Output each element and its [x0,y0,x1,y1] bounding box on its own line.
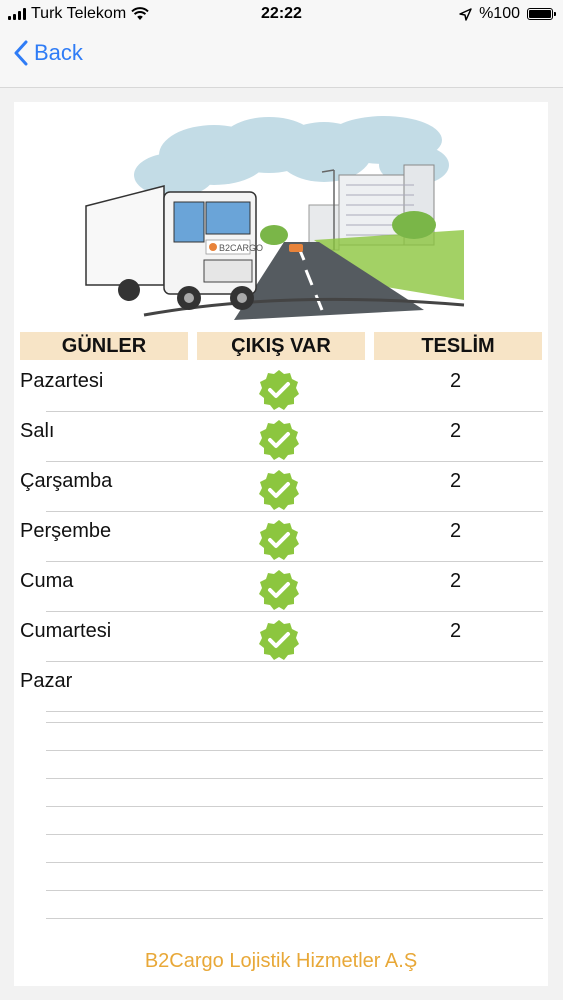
status-bar: Turk Telekom 22:22 %100 [0,0,563,30]
table-row: Cumartesi 2 [20,612,543,662]
header-days: GÜNLER [20,332,188,360]
status-right: %100 [459,5,556,23]
table-row: Çarşamba 2 [20,462,543,512]
check-badge-icon [259,620,299,660]
check-badge-icon [259,370,299,410]
divider [46,779,543,807]
battery-icon [527,8,556,20]
delivery-count: 2 [450,520,462,542]
header-delivery: TESLİM [374,332,542,360]
delivery-count: 2 [450,470,462,492]
truck-brand-text: B2CARGO [219,243,263,253]
divider [46,807,543,835]
truck-road-illustration: B2CARGO [85,116,465,320]
check-badge-icon [259,570,299,610]
day-label: Çarşamba [20,470,113,492]
check-badge-icon [259,520,299,560]
battery-percent: %100 [479,5,520,22]
navigation-bar: Back [0,30,563,88]
delivery-count: 2 [450,370,462,392]
check-badge-icon [259,470,299,510]
day-label: Perşembe [20,520,112,542]
table-row: Pazartesi 2 [20,362,543,412]
divider [46,863,543,891]
day-label: Cumartesi [20,620,112,642]
company-footer: B2Cargo Lojistik Hizmetler A.Ş [144,950,418,972]
table-row: Cuma 2 [20,562,543,612]
day-label: Pazartesi [20,370,104,392]
schedule-rows: Pazartesi 2 Salı 2 Çarşamba 2 Perşembe 2… [14,362,548,712]
table-header: GÜNLER ÇIKIŞ VAR TESLİM [20,332,542,360]
divider [46,891,543,919]
day-label: Pazar [20,670,73,692]
delivery-count: 2 [450,420,462,442]
day-label: Cuma [20,570,74,592]
divider [46,751,543,779]
check-badge-icon [259,420,299,460]
divider [46,723,543,751]
day-label: Salı [20,420,55,442]
location-arrow-icon [459,7,472,21]
divider [46,835,543,863]
schedule-card: B2CARGO GÜNLER ÇIKIŞ VAR TESLİM Pazartes… [14,102,548,986]
delivery-count: 2 [450,620,462,642]
delivery-count: 2 [450,570,462,592]
back-label: Back [34,40,83,65]
header-departure: ÇIKIŞ VAR [197,332,365,360]
truck-graphic: B2CARGO [85,185,263,310]
table-row: Salı 2 [20,412,543,462]
car-graphic [289,244,303,252]
chevron-left-icon [14,40,28,66]
empty-lines [46,695,543,919]
divider [46,695,543,723]
table-row: Perşembe 2 [20,512,543,562]
back-button[interactable]: Back [14,40,83,66]
